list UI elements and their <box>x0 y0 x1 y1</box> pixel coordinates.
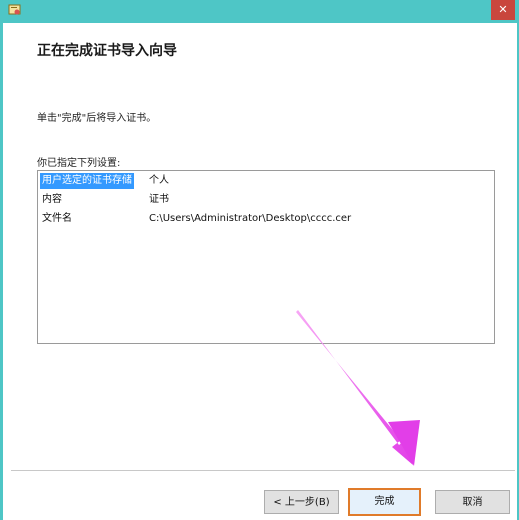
wizard-content: 正在完成证书导入向导 单击"完成"后将导入证书。 你已指定下列设置: 用户选定的… <box>3 23 517 520</box>
settings-list[interactable]: 用户选定的证书存储 个人 内容 证书 文件名 C:\Users\Administ… <box>37 170 495 344</box>
settings-list-label: 你已指定下列设置: <box>37 158 121 169</box>
wizard-heading: 正在完成证书导入向导 <box>37 43 177 59</box>
footer-divider <box>11 470 515 471</box>
close-button[interactable]: ✕ <box>491 0 515 20</box>
title-bar: ✕ <box>0 0 519 23</box>
settings-key: 文件名 <box>42 213 72 224</box>
settings-key: 用户选定的证书存储 <box>40 173 134 189</box>
settings-value: 个人 <box>149 175 169 186</box>
cancel-button[interactable]: 取消 <box>435 490 510 514</box>
instruction-text: 单击"完成"后将导入证书。 <box>37 113 157 124</box>
settings-value: 证书 <box>149 194 169 205</box>
finish-button[interactable]: 完成 <box>348 488 421 516</box>
back-button[interactable]: < 上一步(B) <box>264 490 339 514</box>
settings-value: C:\Users\Administrator\Desktop\cccc.cer <box>149 213 352 224</box>
certificate-icon <box>8 4 21 15</box>
settings-key: 内容 <box>42 194 62 205</box>
